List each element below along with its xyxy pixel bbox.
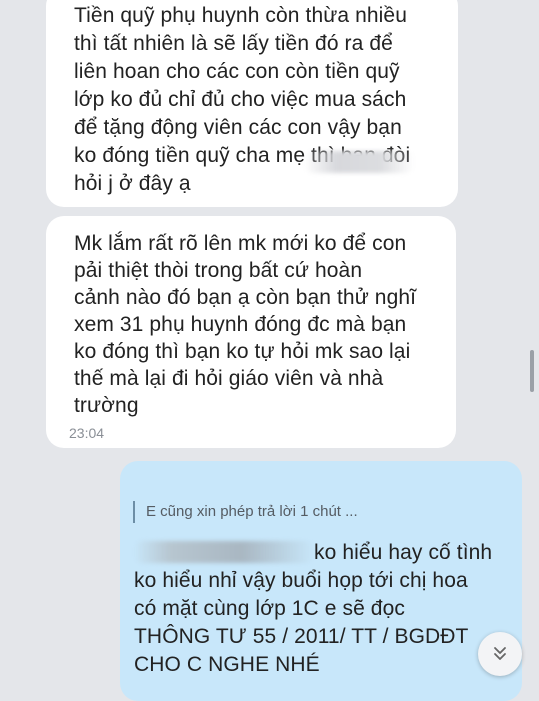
incoming-message-1[interactable]: Tiền quỹ phụ huynh còn thừa nhiều thì tấ… [46, 0, 458, 207]
message-line: trường [74, 394, 139, 417]
message-line: xem 31 phụ huynh đóng đc mà bạn [74, 313, 407, 336]
redaction-blur [304, 151, 414, 173]
scroll-to-bottom-button[interactable] [478, 632, 522, 676]
message-line: lớp ko đủ chỉ đủ cho việc mua sách [74, 88, 407, 111]
message-line: THÔNG TƯ 55 / 2011/ TT / BGDĐT [134, 625, 469, 648]
message-line: thế mà lại đi hỏi giáo viên và nhà [74, 367, 384, 390]
double-chevron-down-icon [494, 647, 506, 660]
incoming-message-2[interactable]: Mk lắm rất rõ lên mk mới ko để con pải t… [46, 216, 456, 448]
scrollbar-thumb[interactable] [530, 350, 534, 392]
message-line: để tặng động viên các con vậy bạn [74, 116, 402, 139]
quoted-message[interactable]: E cũng xin phép trả lời 1 chút ... [146, 503, 358, 520]
message-line: CHO C NGHE NHÉ [134, 653, 320, 676]
message-timestamp: 23:04 [69, 425, 105, 441]
quote-bar [133, 501, 135, 523]
message-line: ko đóng thì bạn ko tự hỏi mk sao lại [74, 340, 411, 363]
redaction-blur [134, 541, 314, 563]
message-line: Tiền quỹ phụ huynh còn thừa nhiều [74, 4, 407, 27]
message-line: có mặt cùng lớp 1C e sẽ đọc [134, 597, 405, 620]
outgoing-reply-message[interactable]: E cũng xin phép trả lời 1 chút ... ko hi… [120, 461, 522, 701]
message-line: hỏi j ở đây ạ [74, 172, 191, 195]
message-line: cảnh nào đó bạn ạ còn bạn thử nghĩ [74, 286, 417, 309]
message-line: ko hiểu hay cố tình [314, 541, 493, 564]
message-line: Mk lắm rất rõ lên mk mới ko để con [74, 232, 407, 255]
message-line: pải thiệt thòi trong bất cứ hoàn [74, 259, 363, 282]
message-line: liên hoan cho các con còn tiền quỹ [74, 60, 400, 83]
message-line: thì tất nhiên là sẽ lấy tiền đó ra để [74, 32, 393, 55]
message-line: ko hiểu nhỉ vậy buổi họp tới chị hoa [134, 569, 468, 592]
